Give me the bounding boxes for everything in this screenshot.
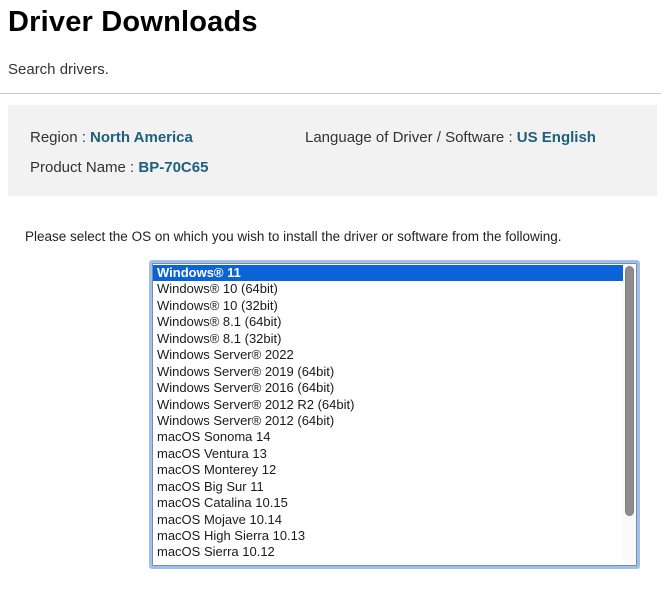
product-name-label: Product Name : xyxy=(30,159,138,176)
os-option[interactable]: macOS High Sierra 10.13 xyxy=(153,528,623,544)
listbox-scrollbar-track[interactable] xyxy=(623,264,636,565)
os-option[interactable]: Windows Server® 2012 R2 (64bit) xyxy=(153,397,623,413)
os-option[interactable]: macOS Monterey 12 xyxy=(153,462,623,478)
driver-downloads-page: Driver Downloads Search drivers. Region … xyxy=(0,0,661,596)
os-option[interactable]: Windows Server® 2012 (64bit) xyxy=(153,413,623,429)
language-row: Language of Driver / Software : US Engli… xyxy=(305,129,596,146)
os-option[interactable]: Windows® 8.1 (64bit) xyxy=(153,314,623,330)
os-option[interactable]: Windows Server® 2016 (64bit) xyxy=(153,380,623,396)
os-option[interactable]: macOS Sierra 10.12 xyxy=(153,544,623,560)
page-title: Driver Downloads xyxy=(8,6,258,39)
listbox-scrollbar-thumb[interactable] xyxy=(625,266,634,516)
region-label: Region : xyxy=(30,129,90,146)
language-value-link[interactable]: US English xyxy=(517,129,596,146)
language-label: Language of Driver / Software : xyxy=(305,129,517,146)
divider xyxy=(0,93,661,94)
region-value-link[interactable]: North America xyxy=(90,129,193,146)
os-option[interactable]: Windows Server® 2022 xyxy=(153,347,623,363)
selection-summary-panel: Region : North America Language of Drive… xyxy=(8,105,657,196)
os-option[interactable]: Windows® 10 (32bit) xyxy=(153,298,623,314)
search-drivers-text: Search drivers. xyxy=(8,61,109,78)
os-option[interactable]: Windows Server® 2019 (64bit) xyxy=(153,364,623,380)
os-option[interactable]: Windows® 10 (64bit) xyxy=(153,281,623,297)
os-option[interactable]: macOS Sonoma 14 xyxy=(153,429,623,445)
os-option[interactable]: Windows® 8.1 (32bit) xyxy=(153,331,623,347)
os-option[interactable]: macOS Mojave 10.14 xyxy=(153,512,623,528)
os-option[interactable]: macOS Big Sur 11 xyxy=(153,479,623,495)
region-row: Region : North America xyxy=(30,129,193,146)
os-option[interactable]: macOS Catalina 10.15 xyxy=(153,495,623,511)
os-option[interactable]: Windows® 11 xyxy=(153,265,623,281)
os-option-list: Windows® 11Windows® 10 (64bit)Windows® 1… xyxy=(153,265,623,565)
os-listbox[interactable]: Windows® 11Windows® 10 (64bit)Windows® 1… xyxy=(152,263,637,566)
os-select-instruction: Please select the OS on which you wish t… xyxy=(25,229,562,244)
os-option[interactable]: macOS Ventura 13 xyxy=(153,446,623,462)
product-name-value-link[interactable]: BP-70C65 xyxy=(138,159,208,176)
product-row: Product Name : BP-70C65 xyxy=(30,159,208,176)
